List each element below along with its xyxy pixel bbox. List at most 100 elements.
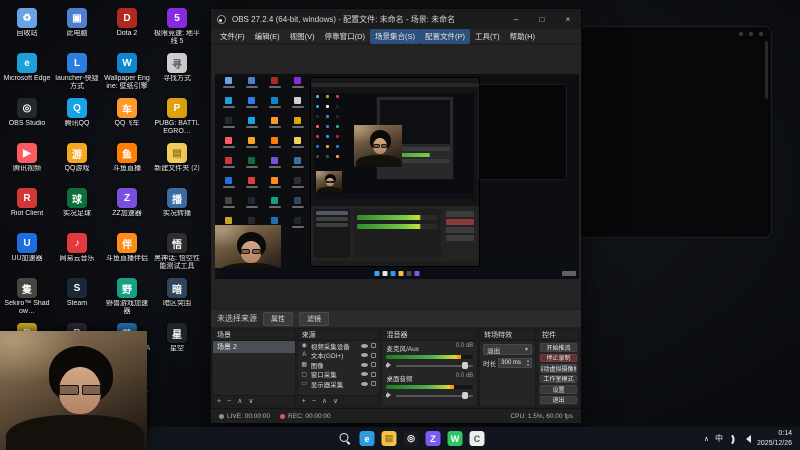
scrollbar[interactable]	[765, 41, 768, 99]
control-button[interactable]: 开始推流	[540, 343, 577, 352]
desktop-icon[interactable]: D Dota 2	[102, 6, 152, 51]
sources-toolbar-button[interactable]: −	[312, 398, 316, 405]
control-button[interactable]: 启动虚拟摄像机	[540, 364, 577, 373]
scenes-toolbar-button[interactable]: ∨	[248, 398, 253, 405]
visibility-eye-icon[interactable]	[361, 381, 369, 386]
desktop-icon[interactable]: Llauncher-快捷方式	[52, 51, 102, 96]
visibility-eye-icon[interactable]	[361, 353, 369, 358]
taskbar-icon-z-app[interactable]: Z	[425, 431, 441, 446]
desktop-icon[interactable]: R Riot Client	[2, 186, 52, 231]
scenes-toolbar-button[interactable]: −	[227, 398, 231, 405]
taskbar-icon-chrome[interactable]: C	[469, 431, 485, 446]
webcam-overlay-window[interactable]	[0, 331, 147, 450]
desktop-icon[interactable]: 伴斗鱼直播伴侣	[102, 231, 152, 276]
tray-chevron-icon[interactable]: ∧	[704, 435, 709, 443]
menu-item[interactable]: 文件(F)	[215, 29, 250, 44]
visibility-eye-icon[interactable]	[361, 343, 369, 348]
menu-item[interactable]: 配置文件(P)	[420, 28, 470, 44]
transition-select[interactable]: 淡出 ▾	[483, 344, 532, 355]
maximize-icon[interactable]	[749, 32, 753, 36]
menu-item[interactable]: 视图(V)	[285, 29, 320, 44]
menu-item[interactable]: 停靠窗口(D)	[320, 29, 370, 44]
source-row[interactable]: ▢ 窗口采集	[298, 370, 380, 379]
taskbar-icon-wegame[interactable]: W	[447, 431, 463, 446]
source-row[interactable]: A 文本(GDI+)	[298, 351, 380, 360]
ime-indicator[interactable]: 中	[715, 433, 723, 444]
lock-icon[interactable]	[371, 352, 377, 358]
desktop-icon[interactable]: 星星空	[152, 321, 202, 366]
volume-slider-knob[interactable]	[461, 362, 468, 369]
scenes-toolbar-button[interactable]: +	[217, 398, 221, 405]
volume-slider[interactable]	[386, 391, 474, 400]
desktop-icon[interactable]: 球实况足球	[52, 186, 102, 231]
close-button[interactable]: ×	[555, 9, 581, 29]
obs-preview-area[interactable]	[211, 44, 581, 309]
scenes-toolbar-button[interactable]: ∧	[237, 398, 242, 405]
taskbar-icon-start[interactable]	[316, 431, 331, 446]
desktop-icon[interactable]: ▶ 腾讯视频	[2, 141, 52, 186]
desktop-icon[interactable]: ♪ 网易云音乐	[52, 231, 102, 276]
sources-toolbar-button[interactable]: ∧	[322, 398, 327, 405]
lock-icon[interactable]	[371, 381, 377, 387]
desktop-icon[interactable]: 鱼斗鱼直播	[102, 141, 152, 186]
control-button[interactable]: 退出	[540, 395, 577, 404]
source-row[interactable]: ▦ 图像	[298, 360, 380, 370]
close-icon[interactable]	[759, 32, 763, 36]
scene-item[interactable]: 场景 2	[213, 341, 295, 353]
desktop-icon[interactable]: 寻寻找方式	[152, 51, 202, 96]
volume-slider-knob[interactable]	[461, 392, 468, 399]
lock-icon[interactable]	[371, 343, 377, 349]
background-window[interactable]	[578, 26, 772, 238]
lock-icon[interactable]	[371, 371, 377, 377]
volume-slider[interactable]	[386, 361, 474, 370]
taskbar-icon-explorer[interactable]: ▤	[381, 431, 397, 446]
menu-item[interactable]: 编辑(E)	[250, 29, 285, 44]
minimize-icon[interactable]	[739, 32, 743, 36]
control-button[interactable]: 设置	[540, 385, 577, 394]
control-button[interactable]: 停止录制	[540, 353, 577, 362]
desktop-icon[interactable]: 播实况转播	[152, 186, 202, 231]
spin-down-icon[interactable]: ▾	[527, 362, 529, 367]
control-button[interactable]: 工作室模式	[540, 374, 577, 383]
desktop-icon[interactable]: ♻ 回收站	[2, 6, 52, 51]
source-toolbar-button[interactable]: 滤镜	[299, 311, 329, 326]
minimize-button[interactable]: –	[503, 9, 529, 29]
menu-item[interactable]: 帮助(H)	[505, 29, 540, 44]
desktop-icon[interactable]: 悟黑神话: 悟空性能测试工具	[152, 231, 202, 276]
desktop-icon[interactable]: ◎ OBS Studio	[2, 96, 52, 141]
lock-icon[interactable]	[371, 362, 377, 368]
desktop-icon[interactable]: ▤ 新建文件夹 (2)	[152, 141, 202, 186]
desktop-icon[interactable]: P PUBG: BATTLEGRO…	[152, 96, 202, 141]
duration-spinbox[interactable]: 300 ms ▴ ▾	[498, 358, 532, 368]
desktop-icon[interactable]: S Steam	[52, 276, 102, 321]
desktop-icon[interactable]: U UU加速器	[2, 231, 52, 276]
desktop-icon[interactable]: ▣ 此电脑	[52, 6, 102, 51]
taskbar-icon-edge[interactable]: e	[359, 431, 375, 446]
source-row[interactable]: ◉ 视频采集设备	[298, 341, 380, 351]
source-row[interactable]: ▭ 显示器采集	[298, 379, 380, 389]
desktop-icon[interactable]: 野野兽游戏加速器	[102, 276, 152, 321]
spinner-arrows[interactable]: ▴ ▾	[527, 358, 529, 368]
source-toolbar-button[interactable]: 属性	[263, 311, 293, 326]
menu-item[interactable]: 场景集合(S)	[370, 28, 420, 44]
maximize-button[interactable]: □	[529, 9, 555, 29]
taskbar-clock[interactable]: 0:14 2025/12/26	[757, 429, 792, 447]
obs-titlebar[interactable]: OBS 27.2.4 (64-bit, windows) - 配置文件: 未命名…	[211, 9, 581, 29]
volume-icon[interactable]	[742, 434, 751, 443]
sources-toolbar-button[interactable]: ∨	[333, 398, 338, 405]
desktop-icon[interactable]: 5 极限竞速: 地平线 5	[152, 6, 202, 51]
visibility-eye-icon[interactable]	[361, 362, 369, 367]
taskbar-icon-obs[interactable]: ◎	[403, 431, 419, 446]
desktop-icon[interactable]: 暗暗区突围	[152, 276, 202, 321]
desktop-icon[interactable]: e Microsoft Edge	[2, 51, 52, 96]
menu-item[interactable]: 工具(T)	[470, 29, 505, 44]
sources-toolbar-button[interactable]: +	[302, 398, 306, 405]
network-icon[interactable]	[727, 434, 738, 445]
desktop-icon[interactable]: 游 QQ游戏	[52, 141, 102, 186]
taskbar-icon-search[interactable]	[338, 431, 353, 446]
desktop-icon[interactable]: Z ZZ加速器	[102, 186, 152, 231]
desktop-icon[interactable]: Q 腾讯QQ	[52, 96, 102, 141]
volume-slider-track[interactable]	[396, 392, 474, 399]
desktop-icon[interactable]: 车 QQ飞车	[102, 96, 152, 141]
desktop-icon[interactable]: 隻 Sekiro™ Shadow…	[2, 276, 52, 321]
